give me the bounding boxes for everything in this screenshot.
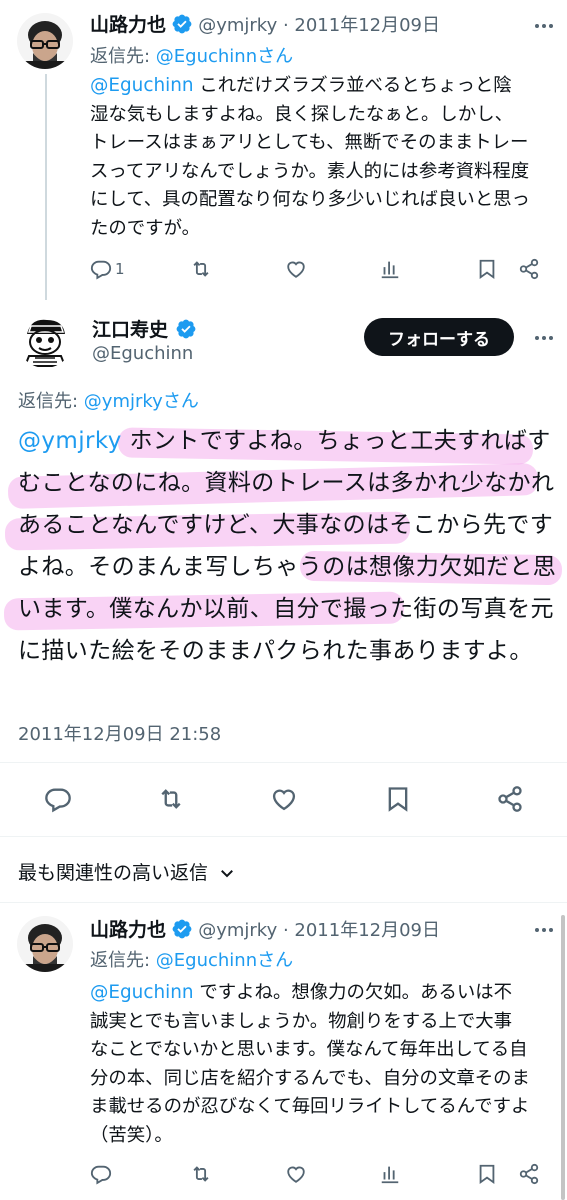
like-icon[interactable] [270,785,298,813]
retweet-icon[interactable] [189,258,213,280]
tweet-header: 山路力也 @ymjrky · 2011年12月09日 [90,10,440,37]
author-name[interactable]: 江口寿史 [92,319,168,341]
reply-to-link[interactable]: @Eguchinnさん [156,950,293,971]
views-icon[interactable] [379,1163,401,1185]
tweet-body: これだけズラズラ並べるとちょっと陰湿な気もしますよね。良く探したなぁと。しかし、… [90,75,530,239]
bookmark-icon[interactable] [476,258,498,280]
more-icon[interactable] [532,14,556,38]
author-name[interactable]: 山路力也 [90,14,166,36]
divider [0,762,567,763]
action-bar: 1 [90,258,550,284]
author-handle[interactable]: @Eguchinn [92,343,193,364]
action-bar [18,785,548,815]
chevron-down-icon [218,864,236,882]
verified-icon [171,918,193,940]
handle-and-date[interactable]: @ymjrky · 2011年12月09日 [198,15,440,36]
reply-to-prefix: 返信先: [18,391,84,412]
reply-to-link[interactable]: @Eguchinnさん [156,46,293,67]
reply-icon[interactable] [44,785,72,813]
scrollbar[interactable] [561,915,565,1200]
tweet-text: @ymjrky ホントですよね。ちょっと工夫すればすむことなのにね。資料のトレー… [18,420,563,672]
divider [0,902,567,903]
tweet-text: @Eguchinn ですよね。想像力の欠如。あるいは不誠実とでも言いましょうか。… [90,979,530,1150]
mention-link[interactable]: @Eguchinn [90,75,194,96]
retweet-icon[interactable] [189,1163,213,1185]
reply-sort-selector[interactable]: 最も関連性の高い返信 [18,858,236,885]
verified-icon [171,13,193,35]
reply-to-prefix: 返信先: [90,950,156,971]
share-icon[interactable] [518,1163,540,1185]
tweet-header: 山路力也 @ymjrky · 2011年12月09日 [90,915,440,942]
share-icon[interactable] [518,258,540,280]
bookmark-icon[interactable] [384,785,412,813]
action-bar [90,1163,550,1189]
reply-icon[interactable] [90,1163,112,1185]
avatar[interactable] [17,916,73,972]
reply-count: 1 [115,260,125,278]
tweet-body: ですよね。想像力の欠如。あるいは不誠実とでも言いましょうか。物創りをする上で大事… [90,982,530,1146]
like-icon[interactable] [285,1163,307,1185]
retweet-icon[interactable] [156,785,186,813]
bookmark-icon[interactable] [476,1163,498,1185]
share-icon[interactable] [496,785,524,813]
author-name-row: 江口寿史 [92,315,197,342]
reply-to-prefix: 返信先: [90,46,156,67]
reply-sort-label: 最も関連性の高い返信 [18,862,209,884]
handle-and-date[interactable]: @ymjrky · 2011年12月09日 [198,920,440,941]
divider [0,836,567,837]
views-icon[interactable] [379,258,401,280]
tweet-text: @Eguchinn これだけズラズラ並べるとちょっと陰湿な気もしますよね。良く探… [90,72,530,243]
mention-link[interactable]: @Eguchinn [90,982,194,1003]
avatar[interactable] [17,312,73,368]
more-icon[interactable] [532,326,556,350]
thread-line [45,74,47,300]
reply-to: 返信先: @Eguchinnさん [90,42,293,68]
reply-to: 返信先: @ymjrkyさん [18,387,199,413]
mention-link[interactable]: @ymjrky [18,428,122,454]
like-icon[interactable] [285,258,307,280]
tweet-body: ホントですよね。ちょっと工夫すればすむことなのにね。資料のトレースは多かれ少なか… [18,428,557,664]
reply-to-link[interactable]: @ymjrkyさん [84,391,199,412]
author-name[interactable]: 山路力也 [90,919,166,941]
avatar[interactable] [17,13,73,69]
reply-icon[interactable] [90,258,112,280]
verified-icon [175,318,197,340]
tweet-timestamp[interactable]: 2011年12月09日 21:58 [18,720,221,746]
reply-to: 返信先: @Eguchinnさん [90,946,293,972]
follow-button[interactable]: フォローする [364,318,514,356]
more-icon[interactable] [532,918,556,942]
